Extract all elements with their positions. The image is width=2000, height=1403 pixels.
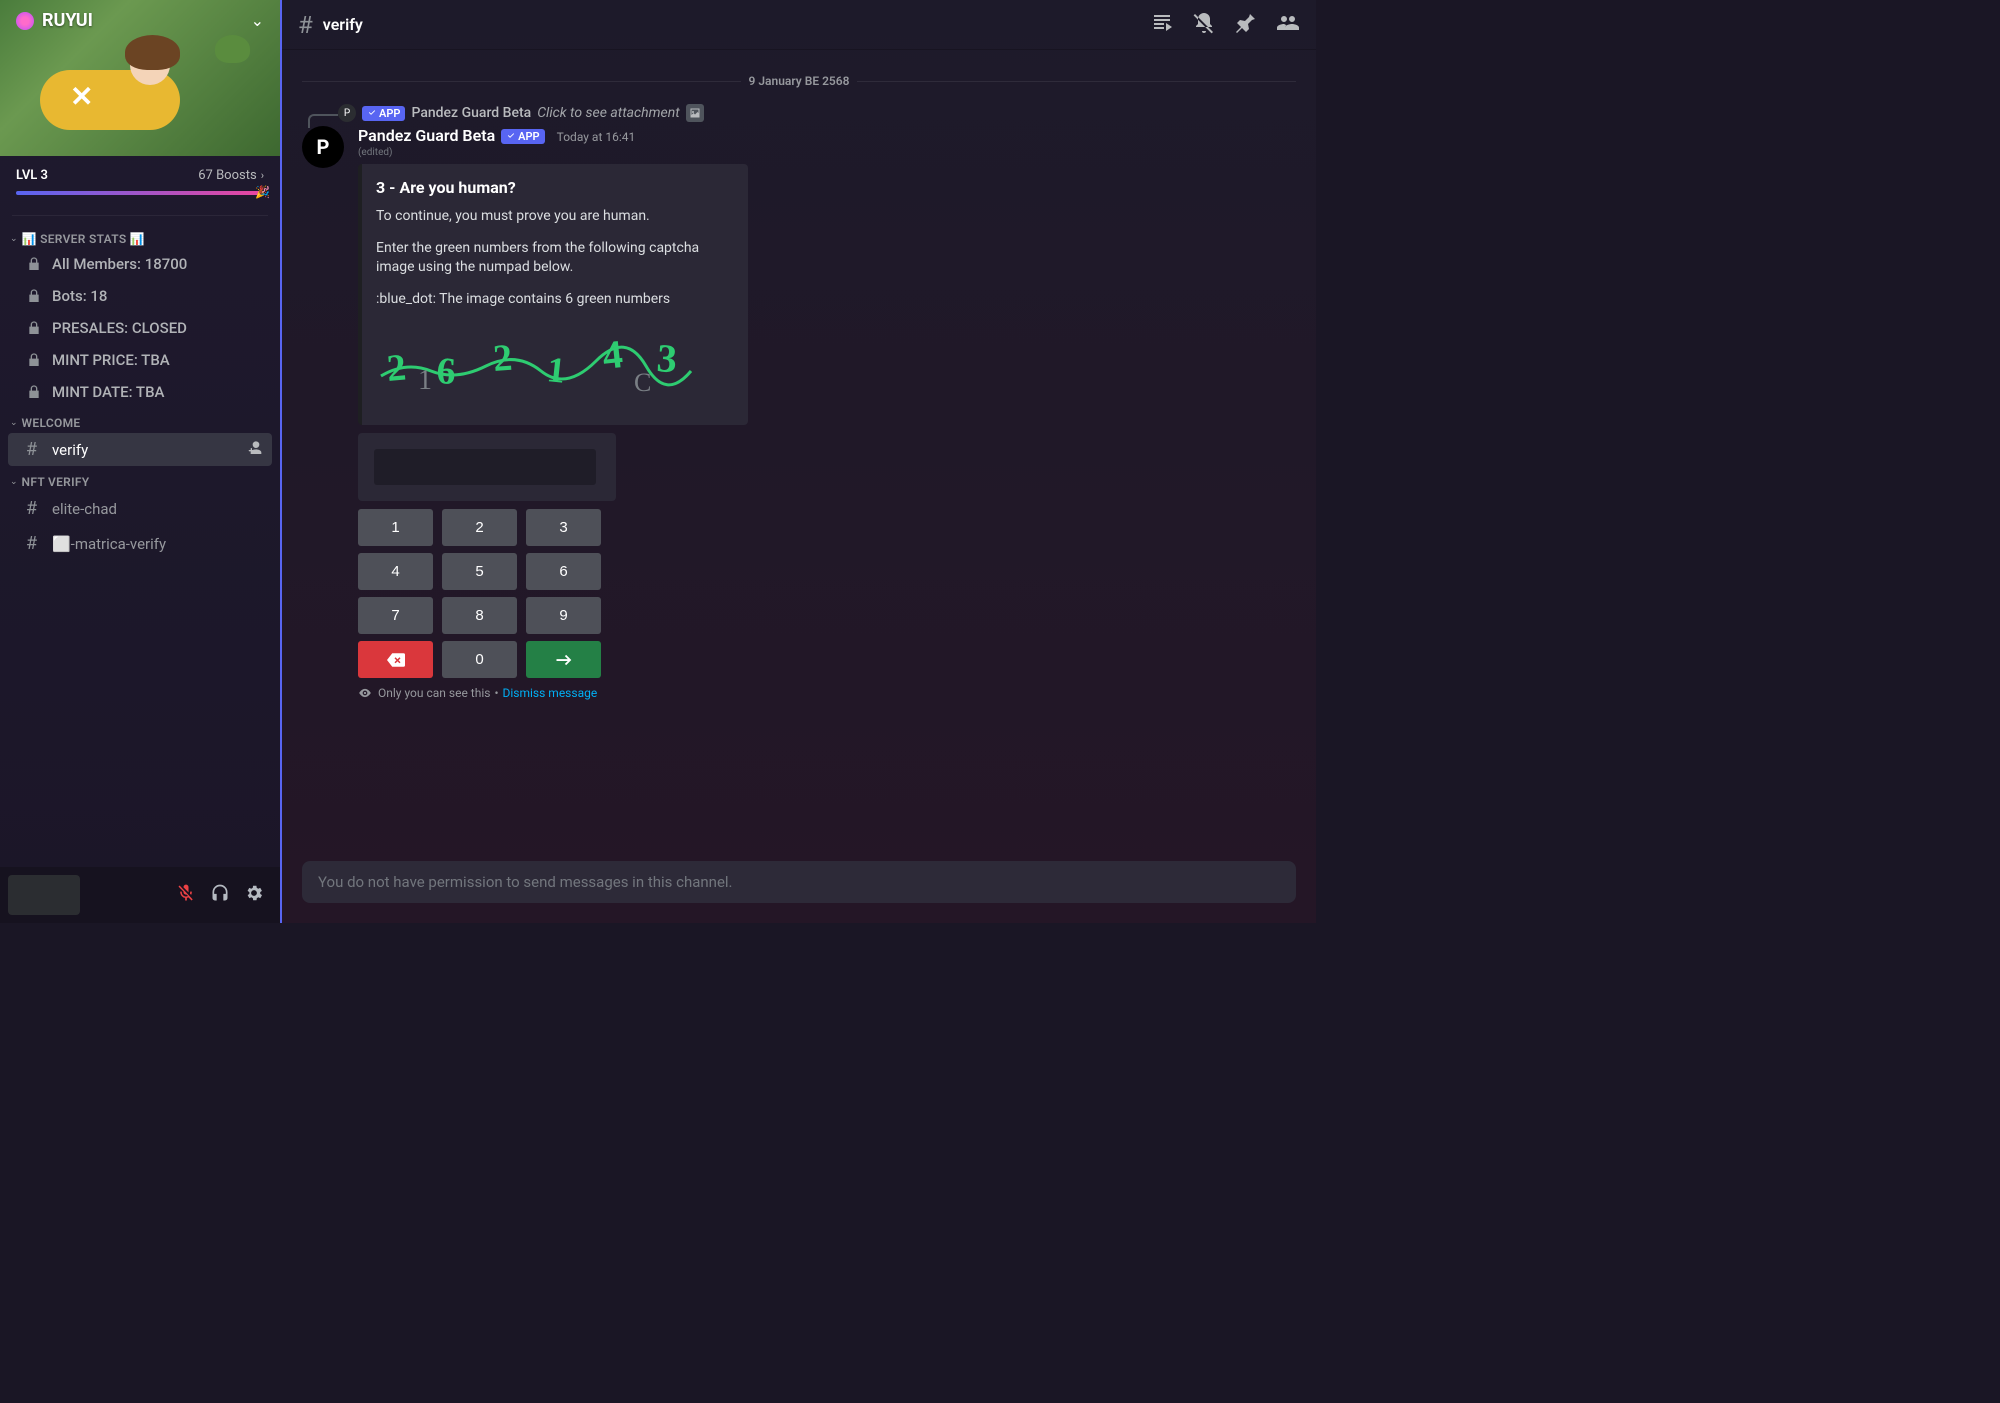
lock-icon bbox=[26, 288, 46, 304]
embed-title: 3 - Are you human? bbox=[376, 178, 732, 197]
hash-icon: # bbox=[26, 533, 46, 554]
user-panel bbox=[0, 867, 280, 923]
app-badge: APP bbox=[362, 106, 405, 121]
stat-all-members[interactable]: All Members: 18700 bbox=[8, 249, 272, 279]
eye-icon bbox=[358, 686, 372, 700]
lock-icon bbox=[26, 256, 46, 272]
boosts-count: 67 Boosts › bbox=[198, 168, 264, 183]
add-friends-icon[interactable] bbox=[246, 440, 262, 460]
category-welcome[interactable]: ⌄ WELCOME bbox=[0, 408, 280, 432]
pinned-icon[interactable] bbox=[1234, 11, 1258, 39]
chevron-right-icon: › bbox=[261, 169, 264, 182]
lock-icon bbox=[26, 352, 46, 368]
channel-title: verify bbox=[323, 15, 363, 34]
numpad-4[interactable]: 4 bbox=[358, 553, 433, 590]
numpad-3[interactable]: 3 bbox=[526, 509, 601, 546]
notifications-muted-icon[interactable] bbox=[1192, 11, 1216, 39]
channel-elite-chad[interactable]: # elite-chad bbox=[8, 492, 272, 525]
server-name: RUYUI bbox=[42, 10, 251, 31]
svg-text:2: 2 bbox=[385, 347, 408, 390]
edited-label: (edited) bbox=[358, 147, 1296, 158]
svg-text:6: 6 bbox=[436, 350, 457, 393]
members-icon[interactable] bbox=[1276, 11, 1300, 39]
mic-mute-icon[interactable] bbox=[176, 883, 196, 907]
numpad: 1 2 3 4 5 6 7 8 9 bbox=[358, 509, 602, 678]
numpad-submit[interactable] bbox=[526, 641, 601, 678]
numpad-9[interactable]: 9 bbox=[526, 597, 601, 634]
stat-mint-date[interactable]: MINT DATE: TBA bbox=[8, 377, 272, 407]
app-badge: APP bbox=[501, 129, 544, 144]
message: P Pandez Guard Beta APP Today at 16:41 (… bbox=[282, 124, 1316, 700]
boost-level-section[interactable]: LVL 3 67 Boosts › 🎉 bbox=[0, 156, 280, 207]
lock-icon bbox=[26, 320, 46, 336]
numpad-2[interactable]: 2 bbox=[442, 509, 517, 546]
channel-header: # verify bbox=[282, 0, 1316, 50]
svg-text:3: 3 bbox=[655, 335, 678, 381]
message-input-area: You do not have permission to send messa… bbox=[282, 861, 1316, 923]
headphones-icon[interactable] bbox=[210, 883, 230, 907]
user-avatar[interactable] bbox=[8, 875, 80, 915]
message-timestamp: Today at 16:41 bbox=[557, 130, 636, 144]
answer-display-embed bbox=[358, 433, 616, 501]
chevron-down-icon: ⌄ bbox=[10, 234, 18, 244]
stat-bots[interactable]: Bots: 18 bbox=[8, 281, 272, 311]
hash-icon: # bbox=[26, 439, 46, 460]
answer-display-field bbox=[374, 449, 596, 485]
image-icon bbox=[686, 104, 704, 122]
numpad-6[interactable]: 6 bbox=[526, 553, 601, 590]
sparkle-icon: 🎉 bbox=[255, 185, 270, 199]
ephemeral-notice: Only you can see this • Dismiss message bbox=[358, 686, 1296, 700]
svg-text:2: 2 bbox=[492, 337, 514, 380]
message-input-disabled: You do not have permission to send messa… bbox=[302, 861, 1296, 903]
numpad-7[interactable]: 7 bbox=[358, 597, 433, 634]
reply-avatar: P bbox=[338, 104, 356, 122]
message-author[interactable]: Pandez Guard Beta bbox=[358, 126, 495, 145]
channel-matrica-verify[interactable]: # ⬜-matrica-verify bbox=[8, 527, 272, 560]
date-divider: 9 January BE 2568 bbox=[302, 74, 1296, 88]
numpad-0[interactable]: 0 bbox=[442, 641, 517, 678]
chevron-down-icon: ⌄ bbox=[10, 477, 18, 487]
chevron-down-icon: ⌄ bbox=[10, 418, 18, 428]
numpad-backspace[interactable] bbox=[358, 641, 433, 678]
server-boost-icon bbox=[16, 12, 34, 30]
category-server-stats[interactable]: ⌄ 📊 SERVER STATS 📊 bbox=[0, 224, 280, 248]
gear-icon[interactable] bbox=[244, 883, 264, 907]
chevron-down-icon[interactable]: ⌄ bbox=[251, 11, 264, 30]
category-nft-verify[interactable]: ⌄ NFT VERIFY bbox=[0, 467, 280, 491]
numpad-5[interactable]: 5 bbox=[442, 553, 517, 590]
captcha-image: 2 1 6 2 1 4 C 3 bbox=[376, 321, 696, 411]
lock-icon bbox=[26, 384, 46, 400]
svg-text:C: C bbox=[634, 368, 651, 397]
dismiss-link[interactable]: Dismiss message bbox=[503, 686, 598, 700]
server-sidebar: ✕ RUYUI ⌄ LVL 3 67 Boosts › 🎉 ⌄ 📊 SERVER… bbox=[0, 0, 282, 923]
main-area: # verify 9 January BE 2568 P bbox=[282, 0, 1316, 923]
boost-progress-bar: 🎉 bbox=[16, 191, 264, 195]
divider bbox=[12, 215, 268, 216]
embed-description: To continue, you must prove you are huma… bbox=[376, 207, 732, 309]
svg-text:4: 4 bbox=[600, 331, 625, 378]
bot-avatar[interactable]: P bbox=[302, 126, 344, 168]
threads-icon[interactable] bbox=[1150, 11, 1174, 39]
messages-list: 9 January BE 2568 P APP Pandez Guard Bet… bbox=[282, 50, 1316, 861]
hash-icon: # bbox=[298, 11, 313, 39]
numpad-1[interactable]: 1 bbox=[358, 509, 433, 546]
server-banner[interactable]: ✕ RUYUI ⌄ bbox=[0, 0, 280, 156]
level-label: LVL 3 bbox=[16, 168, 48, 183]
captcha-embed: 3 - Are you human? To continue, you must… bbox=[358, 164, 748, 425]
hash-icon: # bbox=[26, 498, 46, 519]
numpad-8[interactable]: 8 bbox=[442, 597, 517, 634]
svg-text:1: 1 bbox=[418, 365, 432, 396]
reply-context[interactable]: P APP Pandez Guard Beta Click to see att… bbox=[338, 104, 1316, 122]
svg-text:1: 1 bbox=[545, 350, 567, 392]
stat-mint-price[interactable]: MINT PRICE: TBA bbox=[8, 345, 272, 375]
stat-presales[interactable]: PRESALES: CLOSED bbox=[8, 313, 272, 343]
channel-verify[interactable]: # verify bbox=[8, 433, 272, 466]
